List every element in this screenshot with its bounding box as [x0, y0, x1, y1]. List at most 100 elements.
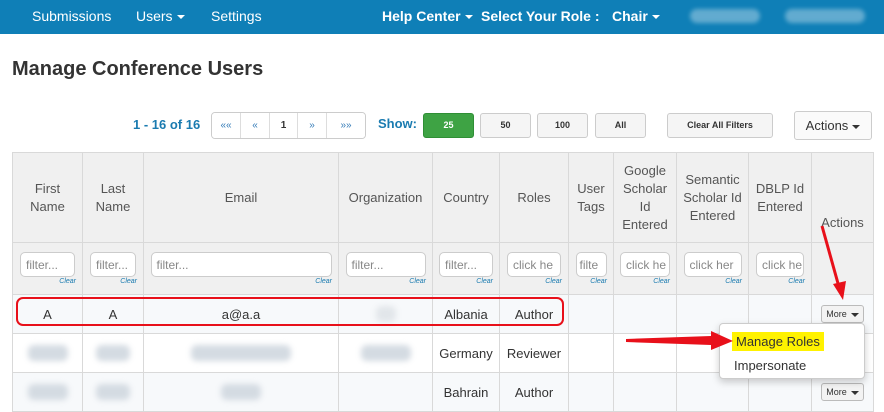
show-label: Show: [378, 116, 417, 131]
filter-cell-actions [811, 242, 874, 295]
cell-user-tags [568, 294, 614, 334]
page-current-button[interactable]: 1 [270, 113, 298, 138]
more-button[interactable]: More [821, 383, 864, 401]
menu-item-manage-roles[interactable]: Manage Roles [732, 332, 824, 351]
filter-dblp-clear[interactable]: Clear [750, 278, 811, 285]
header-semantic-scholar[interactable]: Semantic Scholar Id Entered [676, 152, 749, 243]
chevron-down-icon [852, 124, 861, 129]
filter-organization-input[interactable]: filter... [345, 252, 426, 277]
cell-roles: Author [499, 294, 569, 334]
page-first-button[interactable]: «« [212, 113, 241, 138]
page-prev-button[interactable]: « [241, 113, 270, 138]
redacted-text [375, 306, 396, 323]
filter-cell-roles: click he Clear [499, 242, 569, 295]
filter-organization-clear[interactable]: Clear [340, 278, 432, 285]
redacted-text [96, 345, 130, 362]
header-email[interactable]: Email [143, 152, 339, 243]
more-label: More [826, 387, 847, 397]
redacted-text [360, 345, 411, 362]
select-role-label: Select Your Role : [481, 8, 600, 24]
filter-user-tags-input[interactable]: filte [575, 252, 607, 277]
filter-semantic-scholar-input[interactable]: click her [683, 252, 742, 277]
cell-user-tags [568, 333, 614, 373]
header-user-tags[interactable]: User Tags [568, 152, 614, 243]
filter-roles-input[interactable]: click he [507, 252, 561, 277]
filter-cell-user-tags: filte Clear [568, 242, 614, 295]
nav-submissions[interactable]: Submissions [32, 8, 111, 24]
chevron-down-icon [850, 312, 859, 317]
redacted-account-info [785, 9, 865, 23]
clear-all-filters-button[interactable]: Clear All Filters [667, 113, 773, 138]
show-100-button[interactable]: 100 [537, 113, 588, 138]
nav-help-center-label: Help Center [382, 8, 461, 24]
filter-email-clear[interactable]: Clear [145, 278, 338, 285]
header-first-name[interactable]: First Name [12, 152, 83, 243]
header-google-scholar[interactable]: Google Scholar Id Entered [613, 152, 677, 243]
filter-user-tags-clear[interactable]: Clear [570, 278, 613, 285]
filter-google-scholar-clear[interactable]: Clear [615, 278, 676, 285]
header-country[interactable]: Country [432, 152, 500, 243]
show-25-button[interactable]: 25 [423, 113, 474, 138]
menu-item-impersonate[interactable]: Impersonate [734, 358, 806, 373]
filter-country-clear[interactable]: Clear [434, 278, 499, 285]
pagination: «« « 1 » »» [211, 112, 366, 139]
filter-first-name-clear[interactable]: Clear [14, 278, 82, 285]
cell-first-name [12, 372, 83, 412]
header-actions: Actions [811, 152, 874, 243]
cell-organization [338, 333, 433, 373]
nav-help-center[interactable]: Help Center [382, 8, 473, 24]
chevron-down-icon [464, 15, 473, 20]
filter-roles-clear[interactable]: Clear [501, 278, 568, 285]
filter-semantic-scholar-clear[interactable]: Clear [678, 278, 748, 285]
filter-cell-last-name: filter... Clear [82, 242, 144, 295]
filter-country-input[interactable]: filter... [439, 252, 493, 277]
redacted-text [27, 345, 68, 362]
filter-cell-first-name: filter... Clear [12, 242, 83, 295]
cell-google-scholar [613, 294, 677, 334]
more-button[interactable]: More [821, 305, 864, 323]
pagination-range: 1 - 16 of 16 [133, 117, 201, 132]
chevron-down-icon [850, 390, 859, 395]
filter-google-scholar-input[interactable]: click he [620, 252, 670, 277]
role-selector[interactable]: Chair [612, 8, 660, 24]
cell-email: a@a.a [143, 294, 339, 334]
cell-country: Albania [432, 294, 500, 334]
redacted-text [221, 384, 261, 401]
filter-last-name-input[interactable]: filter... [90, 252, 136, 277]
show-all-button[interactable]: All [595, 113, 646, 138]
cell-last-name: A [82, 294, 144, 334]
filter-cell-country: filter... Clear [432, 242, 500, 295]
filter-cell-email: filter... Clear [143, 242, 339, 295]
cell-organization [338, 372, 433, 412]
header-roles[interactable]: Roles [499, 152, 569, 243]
cell-country: Germany [432, 333, 500, 373]
nav-settings[interactable]: Settings [211, 8, 262, 24]
cell-country: Bahrain [432, 372, 500, 412]
filter-last-name-clear[interactable]: Clear [84, 278, 143, 285]
page-next-button[interactable]: » [298, 113, 327, 138]
cell-organization [338, 294, 433, 334]
filter-cell-organization: filter... Clear [338, 242, 433, 295]
cell-first-name [12, 333, 83, 373]
show-50-button[interactable]: 50 [480, 113, 531, 138]
page-title: Manage Conference Users [12, 58, 264, 80]
cell-first-name: A [12, 294, 83, 334]
page-last-button[interactable]: »» [327, 113, 365, 138]
header-last-name[interactable]: Last Name [82, 152, 144, 243]
header-organization[interactable]: Organization [338, 152, 433, 243]
nav-users[interactable]: Users [136, 8, 185, 24]
filter-dblp-input[interactable]: click he [756, 252, 804, 277]
cell-last-name [82, 333, 144, 373]
redacted-text [96, 384, 130, 401]
cell-google-scholar [613, 372, 677, 412]
filter-email-input[interactable]: filter... [150, 252, 332, 277]
header-dblp[interactable]: DBLP Id Entered [748, 152, 812, 243]
actions-dropdown-button[interactable]: Actions [794, 111, 872, 140]
filter-cell-semantic-scholar: click her Clear [676, 242, 749, 295]
chevron-down-icon [651, 15, 660, 20]
chevron-down-icon [176, 15, 185, 20]
filter-first-name-input[interactable]: filter... [20, 252, 75, 277]
cell-google-scholar [613, 333, 677, 373]
redacted-text [191, 345, 291, 362]
top-navbar: Submissions Users Settings Help Center S… [0, 0, 884, 34]
